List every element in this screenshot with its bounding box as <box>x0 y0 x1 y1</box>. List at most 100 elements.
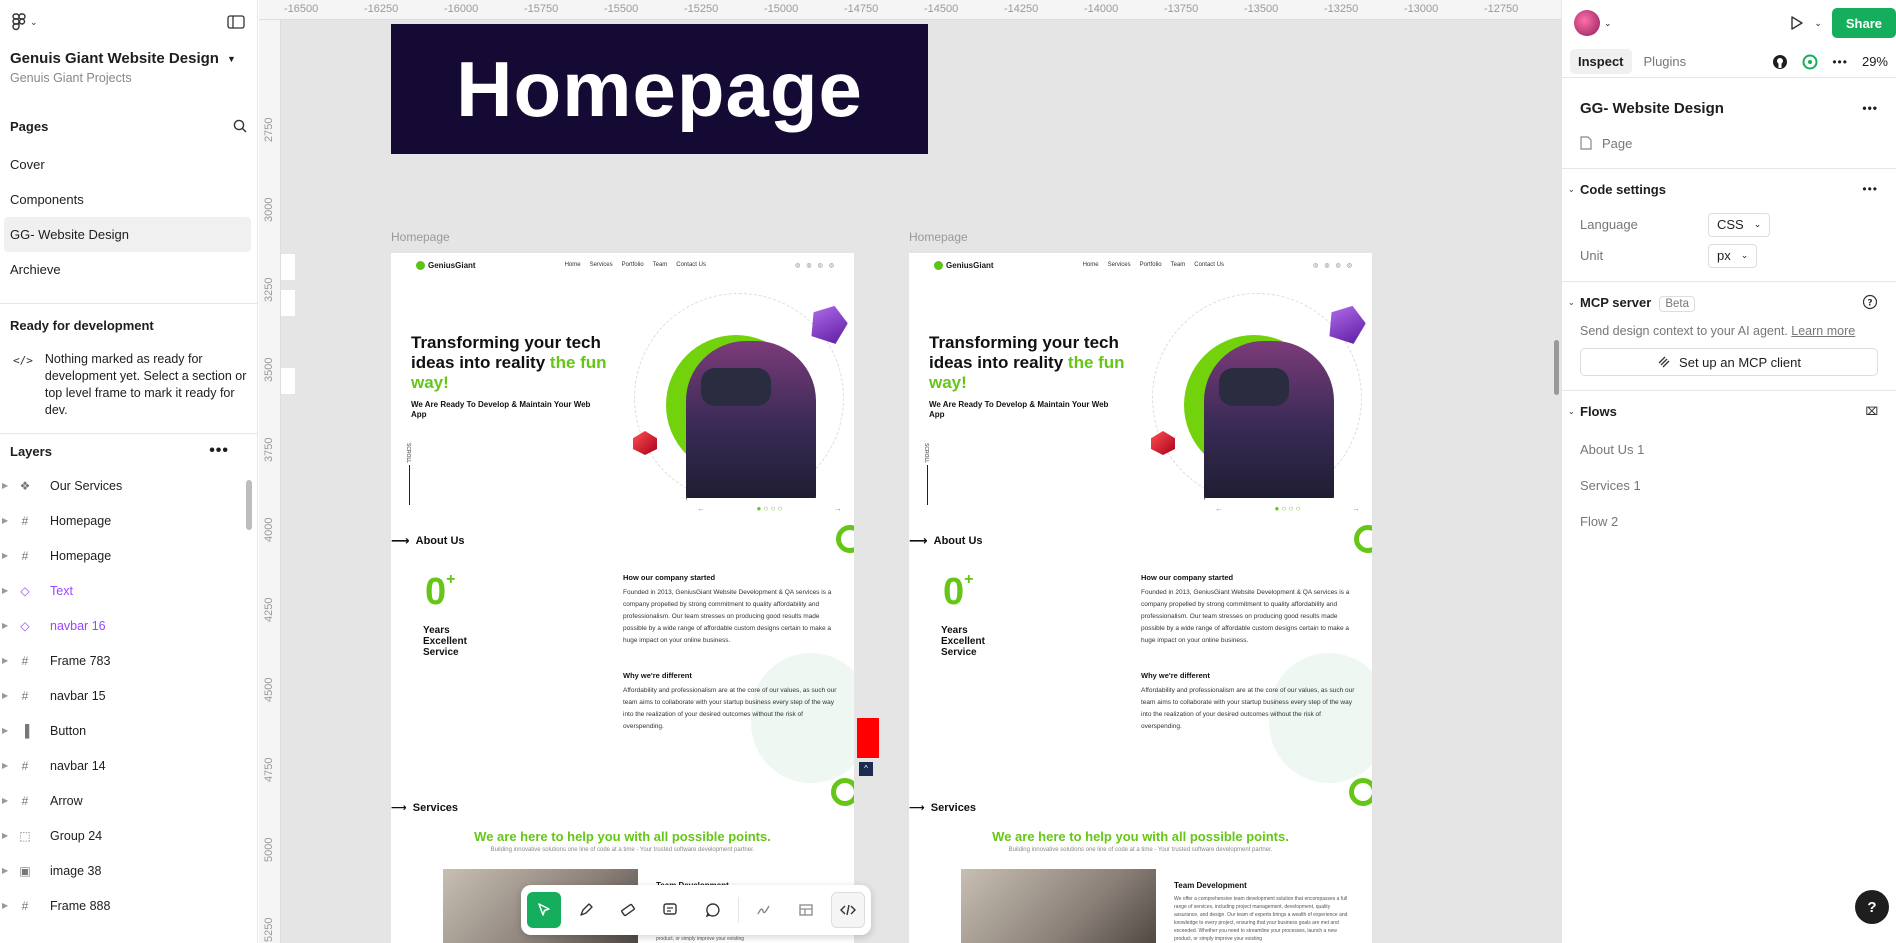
arrow-left-icon: ← <box>697 503 705 513</box>
layer-name: navbar 15 <box>50 688 106 703</box>
tab-inspect[interactable]: Inspect <box>1570 49 1632 74</box>
help-button[interactable]: ? <box>1855 890 1889 924</box>
layer-item[interactable]: ▶ # Arrow <box>0 783 257 818</box>
ruler-tick-label: 5250 <box>263 917 275 942</box>
project-name[interactable]: Genuis Giant Projects <box>0 67 257 85</box>
github-icon[interactable] <box>1772 54 1788 70</box>
annotate-tool-button[interactable] <box>653 892 687 928</box>
page-item-components[interactable]: Components <box>0 182 257 217</box>
chevron-right-icon[interactable]: ▶ <box>2 761 8 770</box>
file-title[interactable]: Genuis Giant Website Design ▼ <box>0 44 257 67</box>
flow-item[interactable]: About Us 1 <box>1580 431 1878 467</box>
tab-plugins[interactable]: Plugins <box>1636 49 1695 74</box>
flows-title: Flows <box>1580 403 1617 419</box>
ruler-tick-label: 2750 <box>263 117 275 142</box>
chevron-right-icon[interactable]: ▶ <box>2 516 8 525</box>
eye-closed-icon[interactable]: ⌧ <box>1865 405 1878 418</box>
red-rectangle[interactable] <box>857 718 879 758</box>
chevron-down-icon[interactable]: ⌄ <box>1568 407 1575 416</box>
layer-item[interactable]: ▶ ◇ Text <box>0 573 257 608</box>
layer-item[interactable]: ▶ ◇ navbar 16 <box>0 608 257 643</box>
chevron-up-icon[interactable]: ^ <box>859 762 873 776</box>
layer-item[interactable]: ▶ # Frame 888 <box>0 888 257 923</box>
chevron-right-icon[interactable]: ▶ <box>2 796 8 805</box>
draw-tool-button[interactable] <box>747 892 781 928</box>
green-ring <box>1349 778 1372 806</box>
page-item-gg-website-design[interactable]: GG- Website Design <box>4 217 251 252</box>
measure-tool-button[interactable] <box>611 892 645 928</box>
chevron-right-icon[interactable]: ▶ <box>2 586 8 595</box>
chevron-right-icon[interactable]: ▶ <box>2 726 8 735</box>
unit-select[interactable]: px ⌄ <box>1708 243 1758 268</box>
layer-item[interactable]: ▶ # Frame 783 <box>0 643 257 678</box>
flow-item[interactable]: Flow 2 <box>1580 503 1878 539</box>
search-icon[interactable] <box>233 119 247 133</box>
counter-value: 0 <box>943 571 965 613</box>
homepage-frame-2[interactable]: GeniusGiant Home Services Portfolio Team Cont… <box>909 253 1372 943</box>
pages-header: Pages <box>0 111 257 141</box>
layer-name: navbar 16 <box>50 618 106 633</box>
more-options-icon[interactable]: ••• <box>1862 182 1878 196</box>
chevron-down-icon[interactable]: ⌄ <box>1814 18 1822 29</box>
dev-mode-button[interactable] <box>830 892 866 928</box>
canvas-scrollbar[interactable] <box>1554 340 1559 395</box>
chevron-down-icon[interactable]: ⌄ <box>1568 185 1575 194</box>
toggle-sidebar-icon[interactable] <box>227 15 245 29</box>
chevron-right-icon[interactable]: ▶ <box>2 656 8 665</box>
mcp-title: MCP server <box>1580 294 1652 310</box>
chevron-right-icon[interactable]: ▶ <box>2 691 8 700</box>
layer-item[interactable]: ▶ # navbar 14 <box>0 748 257 783</box>
chevron-right-icon[interactable]: ▶ <box>2 866 8 875</box>
help-icon[interactable]: ? <box>1862 294 1878 310</box>
dev-resources-button[interactable] <box>789 892 823 928</box>
page-item-archieve[interactable]: Archieve <box>0 252 257 287</box>
language-value: CSS <box>1717 217 1744 232</box>
learn-more-link[interactable]: Learn more <box>1791 324 1855 338</box>
play-icon[interactable] <box>1788 15 1804 31</box>
layers-scrollbar[interactable] <box>246 480 252 530</box>
flow-item[interactable]: Services 1 <box>1580 467 1878 503</box>
layer-item[interactable]: ▶ ▣ image 38 <box>0 853 257 888</box>
layer-item[interactable]: ▶ # Homepage <box>0 538 257 573</box>
site-nav-link: Team <box>652 262 668 268</box>
mcp-plugin-icon[interactable] <box>1802 54 1818 70</box>
frame-label[interactable]: Homepage <box>391 230 450 244</box>
about-subheading: Why we're different <box>623 671 692 680</box>
homepage-frame-1[interactable]: GeniusGiant Home Services Portfolio Team Cont… <box>391 253 854 943</box>
ruler-tick-label: -16250 <box>364 3 399 15</box>
about-paragraph: Affordability and professionalism are at… <box>623 687 837 730</box>
homepage-banner[interactable]: Homepage <box>391 24 928 154</box>
frame-label[interactable]: Homepage <box>909 230 968 244</box>
language-select[interactable]: CSS ⌄ <box>1708 212 1771 237</box>
setup-mcp-client-button[interactable]: Set up an MCP client <box>1580 348 1878 376</box>
ready-for-dev-title: Ready for development <box>10 318 154 333</box>
more-options-icon[interactable]: ••• <box>1832 55 1848 69</box>
ruler-tick-label: -13500 <box>1244 3 1279 15</box>
share-button[interactable]: Share <box>1831 8 1896 38</box>
zoom-level[interactable]: 29% <box>1862 54 1888 69</box>
services-subtagline: Building innovative solutions one line o… <box>490 847 755 853</box>
main-menu-button[interactable]: ⌄ <box>12 13 38 31</box>
team-body: We offer a comprehensive team developmen… <box>1174 896 1348 942</box>
chevron-right-icon[interactable]: ▶ <box>2 901 8 910</box>
chevron-right-icon[interactable]: ▶ <box>2 551 8 560</box>
canvas[interactable]: -16500 -16250 -16000 -15750 -15500 -15250 -150… <box>259 0 1561 943</box>
chevron-right-icon[interactable]: ▶ <box>2 481 8 490</box>
layer-item[interactable]: ▶ # Homepage <box>0 503 257 538</box>
layer-item[interactable]: ▶ ❖ Our Services <box>0 468 257 503</box>
ruler-tick-label: 4750 <box>263 757 275 782</box>
layer-item[interactable]: ▶ ⬚ Group 24 <box>0 818 257 853</box>
user-menu[interactable]: ⌄ <box>1574 10 1612 36</box>
page-item-cover[interactable]: Cover <box>0 147 257 182</box>
move-tool-button[interactable] <box>527 892 562 928</box>
chevron-right-icon[interactable]: ▶ <box>2 621 8 630</box>
pen-tool-button[interactable] <box>569 892 603 928</box>
about-heading-text: About Us <box>933 535 983 547</box>
layer-item[interactable]: ▶ # navbar 15 <box>0 678 257 713</box>
layer-item[interactable]: ▶ ▐ Button <box>0 713 257 748</box>
comment-tool-button[interactable] <box>696 892 730 928</box>
more-options-icon[interactable]: ••• <box>1862 101 1878 115</box>
chevron-down-icon[interactable]: ⌄ <box>1568 298 1575 307</box>
chevron-right-icon[interactable]: ▶ <box>2 831 8 840</box>
more-options-icon[interactable]: ••• <box>209 442 229 460</box>
